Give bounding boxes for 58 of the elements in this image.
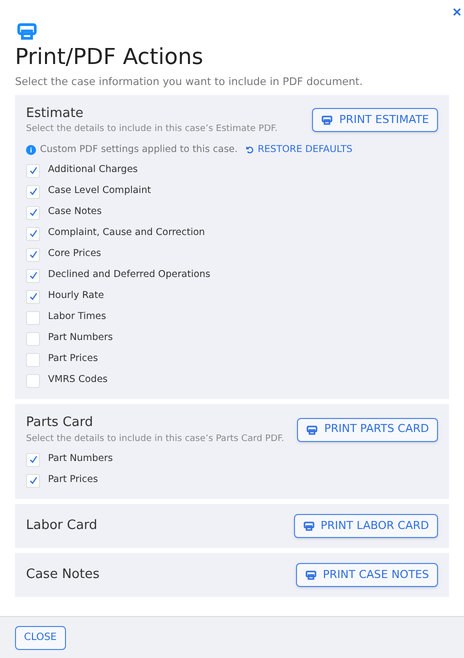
close-icon[interactable]	[453, 6, 463, 18]
printer-icon	[15, 20, 39, 42]
section-title: Estimate	[26, 104, 84, 123]
checkbox[interactable]	[26, 452, 40, 466]
checkbox[interactable]	[26, 352, 40, 366]
checkmark-icon	[28, 229, 38, 238]
checkbox[interactable]	[26, 310, 40, 324]
undo-icon	[246, 146, 254, 154]
restore-defaults-link[interactable]: RESTORE DEFAULTS	[246, 142, 352, 157]
option-label: Part Numbers	[48, 331, 113, 346]
checkbox[interactable]	[26, 332, 40, 346]
checkmark-icon	[28, 271, 38, 280]
checkbox[interactable]	[26, 184, 40, 198]
option-label: Core Prices	[48, 247, 102, 262]
option-label: Declined and Deferred Operations	[48, 268, 210, 282]
checkmark-icon	[28, 455, 38, 464]
option-label: Complaint, Cause and Correction	[48, 226, 205, 240]
option-label: Hourly Rate	[48, 289, 104, 304]
option-label: Case Notes	[48, 205, 102, 220]
close-button[interactable]: CLOSE	[15, 626, 66, 650]
checkmark-icon	[28, 208, 38, 217]
checkbox[interactable]	[26, 164, 40, 178]
checkmark-icon	[28, 476, 38, 485]
printer-icon	[306, 424, 318, 436]
option-label: Case Level Complaint	[48, 184, 151, 198]
option-label: Part Numbers	[48, 452, 113, 466]
checkmark-icon	[28, 250, 38, 259]
info-icon	[26, 144, 36, 155]
option-label: Part Prices	[48, 352, 98, 366]
checkbox[interactable]	[26, 248, 40, 262]
dialog-subtitle: Select the case information you want to include in PDF document.	[15, 75, 364, 90]
checkbox[interactable]	[26, 374, 40, 388]
printer-icon	[321, 114, 334, 126]
option-label: Labor Times	[48, 310, 106, 324]
print-button[interactable]: PRINT LABOR CARD	[294, 514, 438, 538]
printer-icon	[302, 520, 315, 532]
section-title: Parts Card	[26, 414, 94, 432]
checkbox[interactable]	[26, 268, 40, 282]
print-button[interactable]: PRINT PARTS CARD	[297, 418, 438, 442]
section-title: Labor Card	[26, 517, 98, 536]
checkmark-icon	[28, 166, 38, 175]
printer-icon	[304, 569, 317, 581]
option-label: VMRS Codes	[48, 373, 108, 388]
option-label: Additional Charges	[48, 163, 138, 178]
print-button[interactable]: PRINT CASE NOTES	[296, 563, 438, 587]
section-title: Case Notes	[26, 566, 100, 584]
option-label: Part Prices	[48, 473, 98, 488]
section-description: Select the details to include in this case’s Parts Card PDF.	[26, 432, 284, 446]
checkbox[interactable]	[26, 226, 40, 240]
print-button[interactable]: PRINT ESTIMATE	[312, 108, 438, 132]
checkbox[interactable]	[26, 474, 40, 488]
checkmark-icon	[28, 187, 38, 196]
dialog-title: Print/PDF Actions	[15, 44, 204, 72]
section-description: Select the details to include in this case’s Estimate PDF.	[26, 123, 278, 136]
checkmark-icon	[28, 292, 38, 301]
checkbox[interactable]	[26, 290, 40, 304]
checkbox[interactable]	[26, 206, 40, 220]
notice-text: Custom PDF settings applied to this case.	[40, 142, 238, 157]
